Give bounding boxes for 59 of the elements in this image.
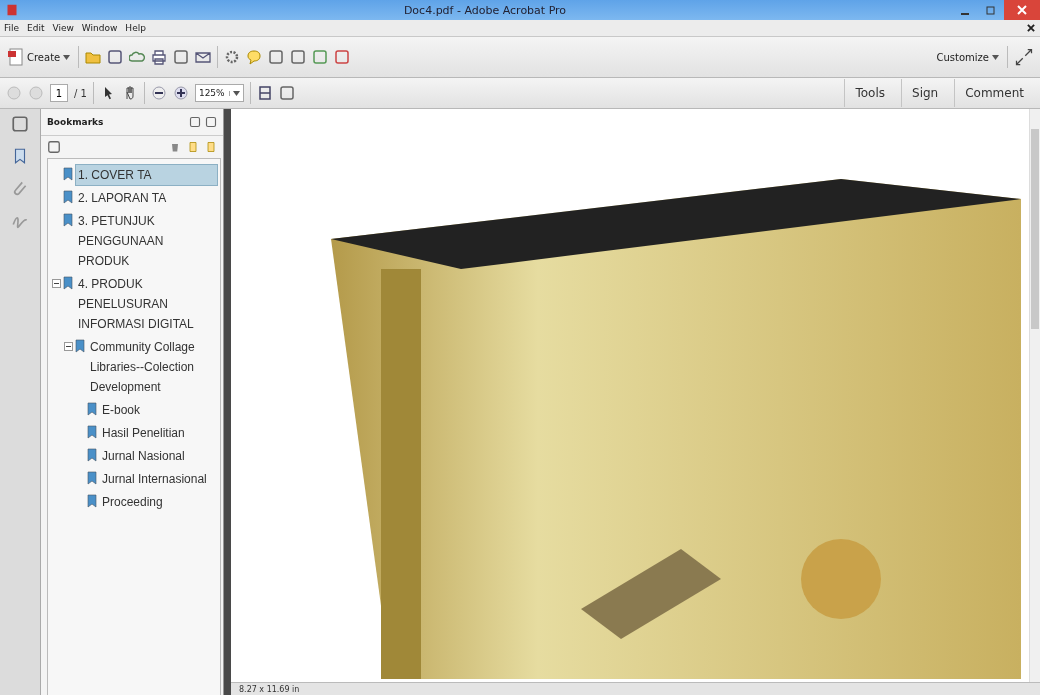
- collapse-toggle[interactable]: [64, 342, 73, 351]
- bookmark-item[interactable]: Jurnal Nasional: [99, 445, 218, 467]
- page-count: / 1: [74, 87, 87, 99]
- menu-item[interactable]: Help: [125, 23, 146, 33]
- bookmark-icon: [87, 471, 97, 485]
- window-title: Doc4.pdf - Adobe Acrobat Pro: [402, 3, 568, 17]
- folder-icon[interactable]: [85, 49, 102, 65]
- close-icon: [1017, 5, 1027, 15]
- bookmark-item[interactable]: 1. COVER TA: [75, 164, 218, 186]
- page-number-field[interactable]: 1: [50, 84, 68, 102]
- zoom-out-icon[interactable]: [150, 85, 167, 101]
- caret-icon: [992, 54, 999, 60]
- menu-item[interactable]: File: [4, 23, 20, 33]
- collapse-toggle[interactable]: [52, 279, 61, 288]
- bookmark-icon: [87, 402, 97, 416]
- bookmark-item[interactable]: Jurnal Internasional: [99, 468, 218, 490]
- menu-item[interactable]: Edit: [27, 23, 45, 33]
- bookmark-icon: [63, 276, 73, 290]
- panel-title: Bookmarks: [47, 117, 105, 127]
- zoom-in-icon[interactable]: [172, 85, 189, 101]
- bookmark-item[interactable]: E-book: [99, 399, 218, 421]
- caret-icon: [232, 90, 240, 96]
- page-size-label: 8.27 x 11.69 in: [239, 684, 300, 694]
- menu-item[interactable]: View: [52, 23, 74, 33]
- bookmark-icon: [87, 494, 97, 508]
- paperclip-icon[interactable]: [11, 179, 29, 197]
- bookmark-item[interactable]: Proceeding: [99, 491, 218, 513]
- bookmark-item[interactable]: Hasil Penelitian: [99, 422, 218, 444]
- close-icon[interactable]: [1026, 23, 1036, 33]
- cloud-icon[interactable]: [129, 49, 146, 65]
- bookmark-icon: [87, 425, 97, 439]
- bookmark-icon: [63, 213, 73, 227]
- mail-icon[interactable]: [195, 49, 212, 65]
- bookmark-icon: [63, 167, 73, 181]
- create-button[interactable]: Create: [6, 45, 73, 69]
- bookmark-item[interactable]: 2. LAPORAN TA: [75, 187, 218, 209]
- trash-icon[interactable]: [169, 141, 181, 153]
- zoom-dropdown[interactable]: 125%: [194, 84, 244, 102]
- pane-tab[interactable]: Tools: [844, 79, 895, 107]
- expand-icon[interactable]: [1014, 47, 1034, 67]
- minimize-icon: [961, 13, 969, 15]
- bookmark-icon: [63, 190, 73, 204]
- caret-icon: [63, 54, 71, 60]
- pane-tab[interactable]: Comment: [954, 79, 1034, 107]
- scrollbar[interactable]: [1029, 109, 1040, 682]
- bookmark-icon: [75, 339, 85, 353]
- bookmark-item[interactable]: 4. PRODUK PENELUSURAN INFORMASI DIGITAL: [75, 273, 218, 335]
- menu-item[interactable]: Window: [81, 23, 118, 33]
- bookmark-item[interactable]: 3. PETUNJUK PENGGUNAAN PRODUK: [75, 210, 218, 272]
- bookmark-icon: [87, 448, 97, 462]
- customize-button[interactable]: Customize: [934, 45, 1001, 69]
- close-button[interactable]: [1004, 0, 1040, 20]
- print-icon[interactable]: [151, 49, 168, 65]
- restore-icon: [986, 5, 996, 15]
- bookmark-item[interactable]: Community Collage Libraries--Colection Development: [87, 336, 218, 398]
- app-icon[interactable]: [6, 4, 18, 16]
- fit-page-icon[interactable]: [256, 85, 273, 101]
- pane-tab[interactable]: Sign: [901, 79, 949, 107]
- comment-icon[interactable]: [246, 49, 263, 65]
